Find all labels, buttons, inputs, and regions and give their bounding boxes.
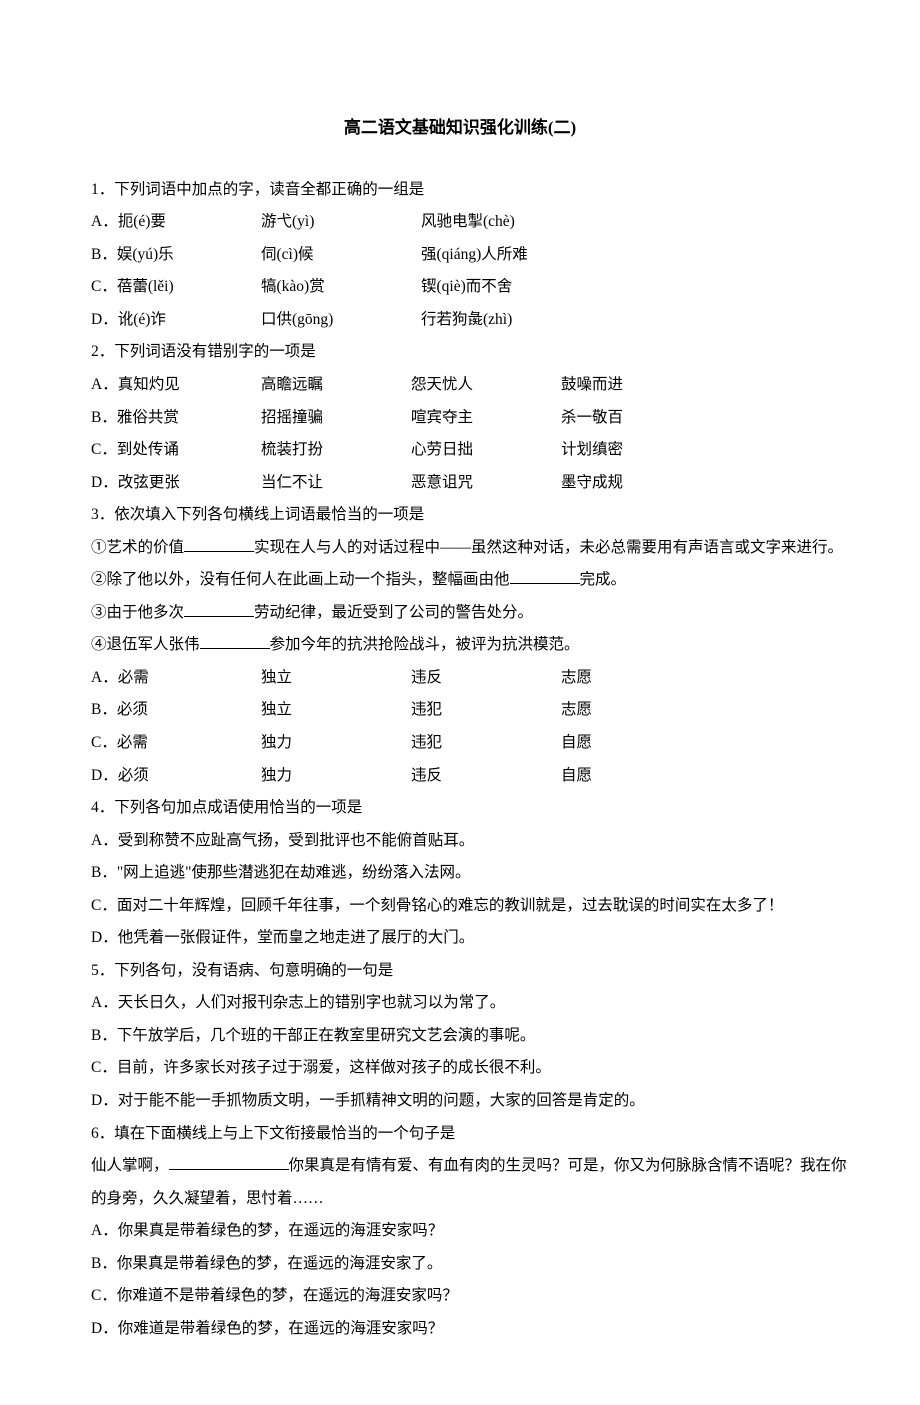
cell: 犒(kào)赏: [261, 271, 421, 304]
cell: 违犯: [411, 727, 561, 760]
cell: 口供(gōng): [261, 304, 421, 337]
cell: A．必需: [91, 662, 261, 695]
cell: 违反: [411, 760, 561, 793]
cell: 心劳日拙: [411, 434, 561, 467]
cell: 怨天忧人: [411, 369, 561, 402]
question-2: 2．下列词语没有错别字的一项是 A．真知灼见 高瞻远瞩 怨天忧人 鼓噪而进 B．…: [60, 336, 860, 499]
cell: 高瞻远瞩: [261, 369, 411, 402]
q3-sentence-4: ④退伍军人张伟参加今年的抗洪抢险战斗，被评为抗洪模范。: [60, 629, 860, 662]
cell: D．必须: [91, 760, 261, 793]
cell: 当仁不让: [261, 467, 411, 500]
q2-option-d: D．改弦更张 当仁不让 恶意诅咒 墨守成规: [60, 467, 860, 500]
q6-option-d: D．你难道是带着绿色的梦，在遥远的海涯安家吗？: [60, 1313, 860, 1346]
q6-option-a: A．你果真是带着绿色的梦，在遥远的海涯安家吗？: [60, 1215, 860, 1248]
cell: C．到处传诵: [91, 434, 261, 467]
cell: B．娱(yú)乐: [91, 239, 261, 272]
q1-stem: 1．下列词语中加点的字，读音全都正确的一组是: [60, 174, 860, 207]
q6-option-c: C．你难道不是带着绿色的梦，在遥远的海涯安家吗？: [60, 1280, 860, 1313]
cell: 墨守成规: [561, 467, 711, 500]
cell: 自愿: [561, 727, 711, 760]
cell: 志愿: [561, 662, 711, 695]
cell: C．必需: [91, 727, 261, 760]
cell: A．真知灼见: [91, 369, 261, 402]
cell: 锲(qiè)而不舍: [421, 271, 581, 304]
blank-input[interactable]: [184, 601, 254, 617]
cell: 梳装打扮: [261, 434, 411, 467]
q3-option-c: C．必需 独力 违犯 自愿: [60, 727, 860, 760]
q3-option-d: D．必须 独力 违反 自愿: [60, 760, 860, 793]
cell: 违反: [411, 662, 561, 695]
cell: 恶意诅咒: [411, 467, 561, 500]
blank-input[interactable]: [169, 1155, 289, 1171]
cell: 计划缜密: [561, 434, 711, 467]
q4-option-b: B．"网上追逃"使那些潜逃犯在劫难逃，纷纷落入法网。: [60, 857, 860, 890]
cell: 独立: [261, 694, 411, 727]
q5-stem: 5．下列各句，没有语病、句意明确的一句是: [60, 955, 860, 988]
document-title: 高二语文基础知识强化训练(二): [60, 110, 860, 146]
cell: 强(qiáng)人所难: [421, 239, 581, 272]
blank-input[interactable]: [510, 569, 580, 585]
cell: 独力: [261, 727, 411, 760]
question-3: 3．依次填入下列各句横线上词语最恰当的一项是 ①艺术的价值实现在人与人的对话过程…: [60, 499, 860, 792]
cell: A．扼(é)要: [91, 206, 261, 239]
q3-sentence-2: ②除了他以外，没有任何人在此画上动一个指头，整幅画由他完成。: [60, 564, 860, 597]
q5-option-d: D．对于能不能一手抓物质文明，一手抓精神文明的问题，大家的回答是肯定的。: [60, 1085, 860, 1118]
cell: 风驰电掣(chè): [421, 206, 581, 239]
cell: 志愿: [561, 694, 711, 727]
question-5: 5．下列各句，没有语病、句意明确的一句是 A．天长日久，人们对报刊杂志上的错别字…: [60, 955, 860, 1118]
q4-option-d: D．他凭着一张假证件，堂而皇之地走进了展厅的大门。: [60, 922, 860, 955]
q2-option-a: A．真知灼见 高瞻远瞩 怨天忧人 鼓噪而进: [60, 369, 860, 402]
q4-option-a: A．受到称赞不应趾高气扬，受到批评也不能俯首贴耳。: [60, 825, 860, 858]
q5-option-c: C．目前，许多家长对孩子过于溺爱，这样做对孩子的成长很不利。: [60, 1052, 860, 1085]
cell: 杀一敬百: [561, 402, 711, 435]
cell: 伺(cì)候: [261, 239, 421, 272]
cell: 游弋(yì): [261, 206, 421, 239]
q1-option-c: C．蓓蕾(lěi) 犒(kào)赏 锲(qiè)而不舍: [60, 271, 860, 304]
cell: 独立: [261, 662, 411, 695]
question-6: 6．填在下面横线上与上下文衔接最恰当的一个句子是 仙人掌啊，你果真是有情有爱、有…: [60, 1118, 860, 1346]
q3-stem: 3．依次填入下列各句横线上词语最恰当的一项是: [60, 499, 860, 532]
q4-stem: 4．下列各句加点成语使用恰当的一项是: [60, 792, 860, 825]
q3-option-b: B．必须 独立 违犯 志愿: [60, 694, 860, 727]
q1-option-d: D．讹(é)诈 口供(gōng) 行若狗彘(zhì): [60, 304, 860, 337]
q1-option-a: A．扼(é)要 游弋(yì) 风驰电掣(chè): [60, 206, 860, 239]
q6-context: 仙人掌啊，你果真是有情有爱、有血有肉的生灵吗？可是，你又为何脉脉含情不语呢？我在…: [60, 1150, 860, 1215]
cell: 违犯: [411, 694, 561, 727]
q6-stem: 6．填在下面横线上与上下文衔接最恰当的一个句子是: [60, 1118, 860, 1151]
q4-option-c: C．面对二十年辉煌，回顾千年往事，一个刻骨铭心的难忘的教训就是，过去耽误的时间实…: [60, 890, 860, 923]
q5-option-a: A．天长日久，人们对报刊杂志上的错别字也就习以为常了。: [60, 987, 860, 1020]
cell: C．蓓蕾(lěi): [91, 271, 261, 304]
question-4: 4．下列各句加点成语使用恰当的一项是 A．受到称赞不应趾高气扬，受到批评也不能俯…: [60, 792, 860, 955]
blank-input[interactable]: [200, 634, 270, 650]
q2-option-c: C．到处传诵 梳装打扮 心劳日拙 计划缜密: [60, 434, 860, 467]
cell: 招摇撞骗: [261, 402, 411, 435]
cell: 喧宾夺主: [411, 402, 561, 435]
cell: D．改弦更张: [91, 467, 261, 500]
q3-sentence-1: ①艺术的价值实现在人与人的对话过程中——虽然这种对话，未必总需要用有声语言或文字…: [60, 532, 860, 565]
q1-option-b: B．娱(yú)乐 伺(cì)候 强(qiáng)人所难: [60, 239, 860, 272]
cell: 行若狗彘(zhì): [421, 304, 581, 337]
cell: 自愿: [561, 760, 711, 793]
question-1: 1．下列词语中加点的字，读音全都正确的一组是 A．扼(é)要 游弋(yì) 风驰…: [60, 174, 860, 337]
q6-option-b: B．你果真是带着绿色的梦，在遥远的海涯安家了。: [60, 1248, 860, 1281]
cell: 独力: [261, 760, 411, 793]
blank-input[interactable]: [184, 536, 254, 552]
q3-option-a: A．必需 独立 违反 志愿: [60, 662, 860, 695]
cell: D．讹(é)诈: [91, 304, 261, 337]
q5-option-b: B．下午放学后，几个班的干部正在教室里研究文艺会演的事呢。: [60, 1020, 860, 1053]
cell: B．雅俗共赏: [91, 402, 261, 435]
cell: B．必须: [91, 694, 261, 727]
q2-stem: 2．下列词语没有错别字的一项是: [60, 336, 860, 369]
q2-option-b: B．雅俗共赏 招摇撞骗 喧宾夺主 杀一敬百: [60, 402, 860, 435]
cell: 鼓噪而进: [561, 369, 711, 402]
q3-sentence-3: ③由于他多次劳动纪律，最近受到了公司的警告处分。: [60, 597, 860, 630]
